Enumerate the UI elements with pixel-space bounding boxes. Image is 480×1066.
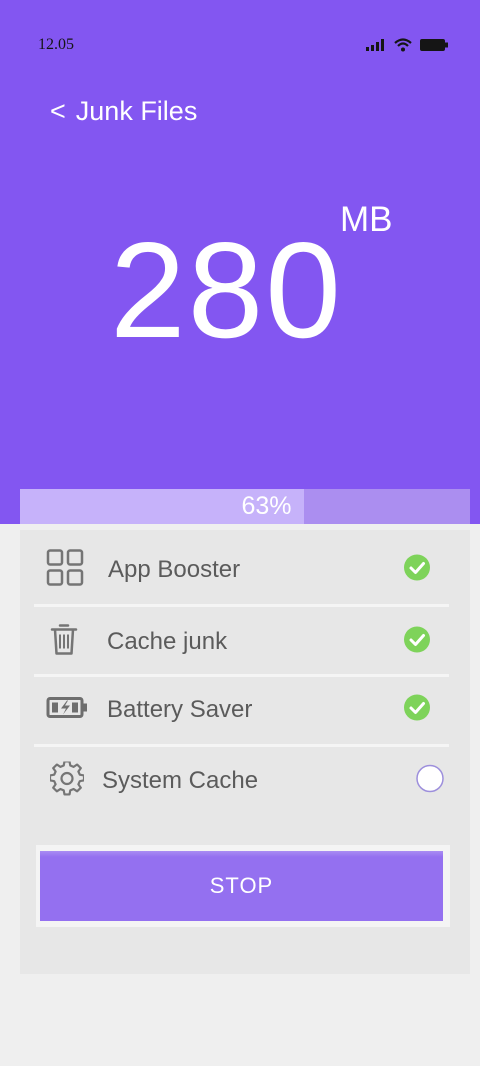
grid-icon	[46, 549, 84, 592]
junk-size-value: 280	[110, 214, 343, 366]
trash-icon	[50, 623, 78, 662]
pending-circle-icon	[415, 764, 445, 799]
task-label: System Cache	[102, 767, 259, 794]
header: 12.05 < Junk Files 280 MB	[0, 0, 480, 524]
back-chevron-icon: <	[50, 96, 66, 126]
status-bar: 12.05	[38, 30, 448, 60]
junk-size-unit: MB	[340, 200, 393, 239]
scan-progress-bar: 63%	[20, 489, 470, 524]
check-icon	[403, 554, 431, 587]
signal-icon	[366, 39, 386, 51]
task-label: Cache junk	[107, 628, 228, 655]
stop-button-frame: STOP	[36, 845, 450, 927]
page-title: Junk Files	[75, 96, 198, 126]
task-row-system-cache[interactable]: System Cache	[34, 746, 449, 816]
battery-charging-icon	[46, 696, 88, 725]
status-time: 12.05	[38, 36, 74, 53]
status-icons	[366, 38, 448, 52]
check-icon	[403, 694, 431, 727]
stop-button[interactable]: STOP	[40, 851, 443, 921]
task-row-cache-junk[interactable]: Cache junk	[34, 607, 449, 677]
battery-icon	[420, 39, 448, 51]
check-icon	[403, 626, 431, 659]
task-label: App Booster	[108, 556, 241, 583]
progress-label: 63%	[241, 492, 292, 520]
back-button[interactable]: < Junk Files	[50, 96, 197, 127]
gear-icon	[48, 760, 86, 801]
task-label: Battery Saver	[107, 696, 253, 723]
task-row-battery-saver[interactable]: Battery Saver	[34, 675, 449, 745]
task-card: App Booster Cache junk Battery Saver Sys…	[20, 530, 470, 974]
wifi-icon	[394, 38, 412, 52]
task-row-app-booster[interactable]: App Booster	[34, 535, 449, 605]
